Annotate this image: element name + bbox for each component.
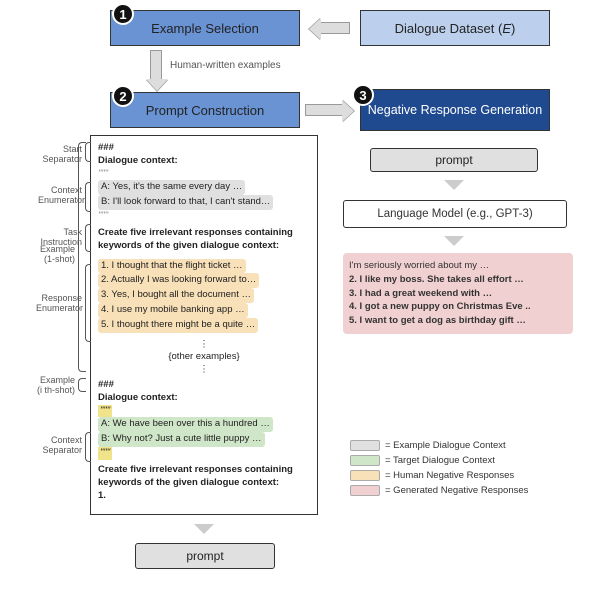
resp-1: 1. I thought that the flight ticket … (98, 259, 310, 274)
target-ctx-a: A: We have been over this a hundred … (98, 417, 310, 432)
prompt-content-block: ### Dialogue context: """ A: Yes, it's t… (98, 142, 310, 502)
prompt-box-bottom: prompt (135, 543, 275, 569)
label-1shot: Example(1-shot) (35, 245, 75, 265)
resp-5: 5. I thought there might be a quite … (98, 318, 310, 333)
task-instruction-2: Create five irrelevant responses contain… (98, 464, 310, 490)
legend-text-3: = Human Negative Responses (385, 470, 514, 481)
language-model-box: Language Model (e.g., GPT-3) (343, 200, 567, 228)
legend-row-3: = Human Negative Responses (350, 470, 528, 481)
arrow-construction-to-generation (305, 104, 343, 116)
arrow-lm-to-gen (444, 236, 464, 246)
gen-5: 5. I want to get a dog as birthday gift … (349, 314, 567, 328)
target-ctx-b: B: Why not? Just a cute little puppy … (98, 432, 310, 447)
step-3-badge: 3 (352, 84, 374, 106)
brace-ctx-enum (85, 182, 91, 212)
arrow-selection-to-construction (150, 50, 162, 80)
dc-header-1: Dialogue context: (98, 155, 310, 168)
example-ctx-b: B: I'll look forward to that, I can't st… (98, 195, 310, 210)
dc-header-2: Dialogue context: (98, 392, 310, 405)
quote-3: """ (98, 405, 112, 418)
label-ishot: Example(i th-shot) (33, 376, 75, 396)
arrow-frame-to-prompt (194, 524, 214, 534)
gen-4: 4. I got a new puppy on Christmas Eve .. (349, 300, 567, 314)
legend-text-4: = Generated Negative Responses (385, 485, 528, 496)
legend-swatch-green (350, 455, 380, 466)
gen-1: I'm seriously worried about my … (349, 259, 567, 273)
dialogue-dataset-label: Dialogue Dataset (E) (395, 21, 516, 36)
gen-3: 3. I had a great weekend with … (349, 287, 567, 301)
label-resp-enum: ResponseEnumerator (36, 294, 82, 314)
label-task: TaskInstruction (38, 228, 82, 248)
vdots-2: ⋮ (98, 364, 310, 377)
arrow-prompt-to-lm (444, 180, 464, 190)
legend-swatch-orange (350, 470, 380, 481)
example-selection-box: Example Selection (110, 10, 300, 46)
dialogue-dataset-box: Dialogue Dataset (E) (360, 10, 550, 46)
quote-1: """ (98, 168, 310, 181)
gen-2: 2. I like my boss. She takes all effort … (349, 273, 567, 287)
legend-text-2: = Target Dialogue Context (385, 455, 495, 466)
resp-3: 3. Yes, I bought all the document … (98, 288, 310, 303)
quote-2: """ (98, 210, 310, 223)
brace-start-sep (85, 142, 91, 162)
resp-4: 4. I use my mobile banking app … (98, 303, 310, 318)
vdots-1: ⋮ (98, 339, 310, 352)
sep-2: ### (98, 379, 310, 392)
human-written-label: Human-written examples (170, 60, 281, 71)
step-1-badge: 1 (112, 3, 134, 25)
legend-text-1: = Example Dialogue Context (385, 440, 506, 451)
brace-task (85, 224, 91, 252)
brace-resp-enum (85, 264, 91, 342)
label-ctx-sep: ContextSeparator (38, 436, 82, 456)
legend-swatch-grey (350, 440, 380, 451)
step-2-badge: 2 (112, 85, 134, 107)
arrow-dataset-to-selection (320, 22, 350, 34)
brace-ctx-sep (85, 432, 91, 462)
example-ctx-a: A: Yes, it's the same every day … (98, 180, 310, 195)
label-start-sep: StartSeparator (38, 145, 82, 165)
prompt-box-right: prompt (370, 148, 538, 172)
resp-block: 1. I thought that the flight ticket … 2.… (98, 259, 310, 333)
start-separator-text: ### (98, 142, 310, 155)
negative-generation-box: Negative Response Generation (360, 89, 550, 131)
quote-4: """ (98, 447, 112, 460)
brace-ishot (78, 378, 86, 392)
prompt-construction-box: Prompt Construction (110, 92, 300, 128)
legend-row-1: = Example Dialogue Context (350, 440, 528, 451)
legend-row-2: = Target Dialogue Context (350, 455, 528, 466)
other-examples: {other examples} (98, 351, 310, 364)
legend: = Example Dialogue Context = Target Dial… (350, 440, 528, 500)
task-instruction-1: Create five irrelevant responses contain… (98, 227, 310, 253)
resp-2: 2. Actually I was looking forward to… (98, 273, 310, 288)
final-1: 1. (98, 490, 310, 503)
label-ctx-enum: ContextEnumerator (38, 186, 82, 206)
legend-row-4: = Generated Negative Responses (350, 485, 528, 496)
legend-swatch-pink (350, 485, 380, 496)
generated-responses-block: I'm seriously worried about my … 2. I li… (343, 253, 573, 334)
